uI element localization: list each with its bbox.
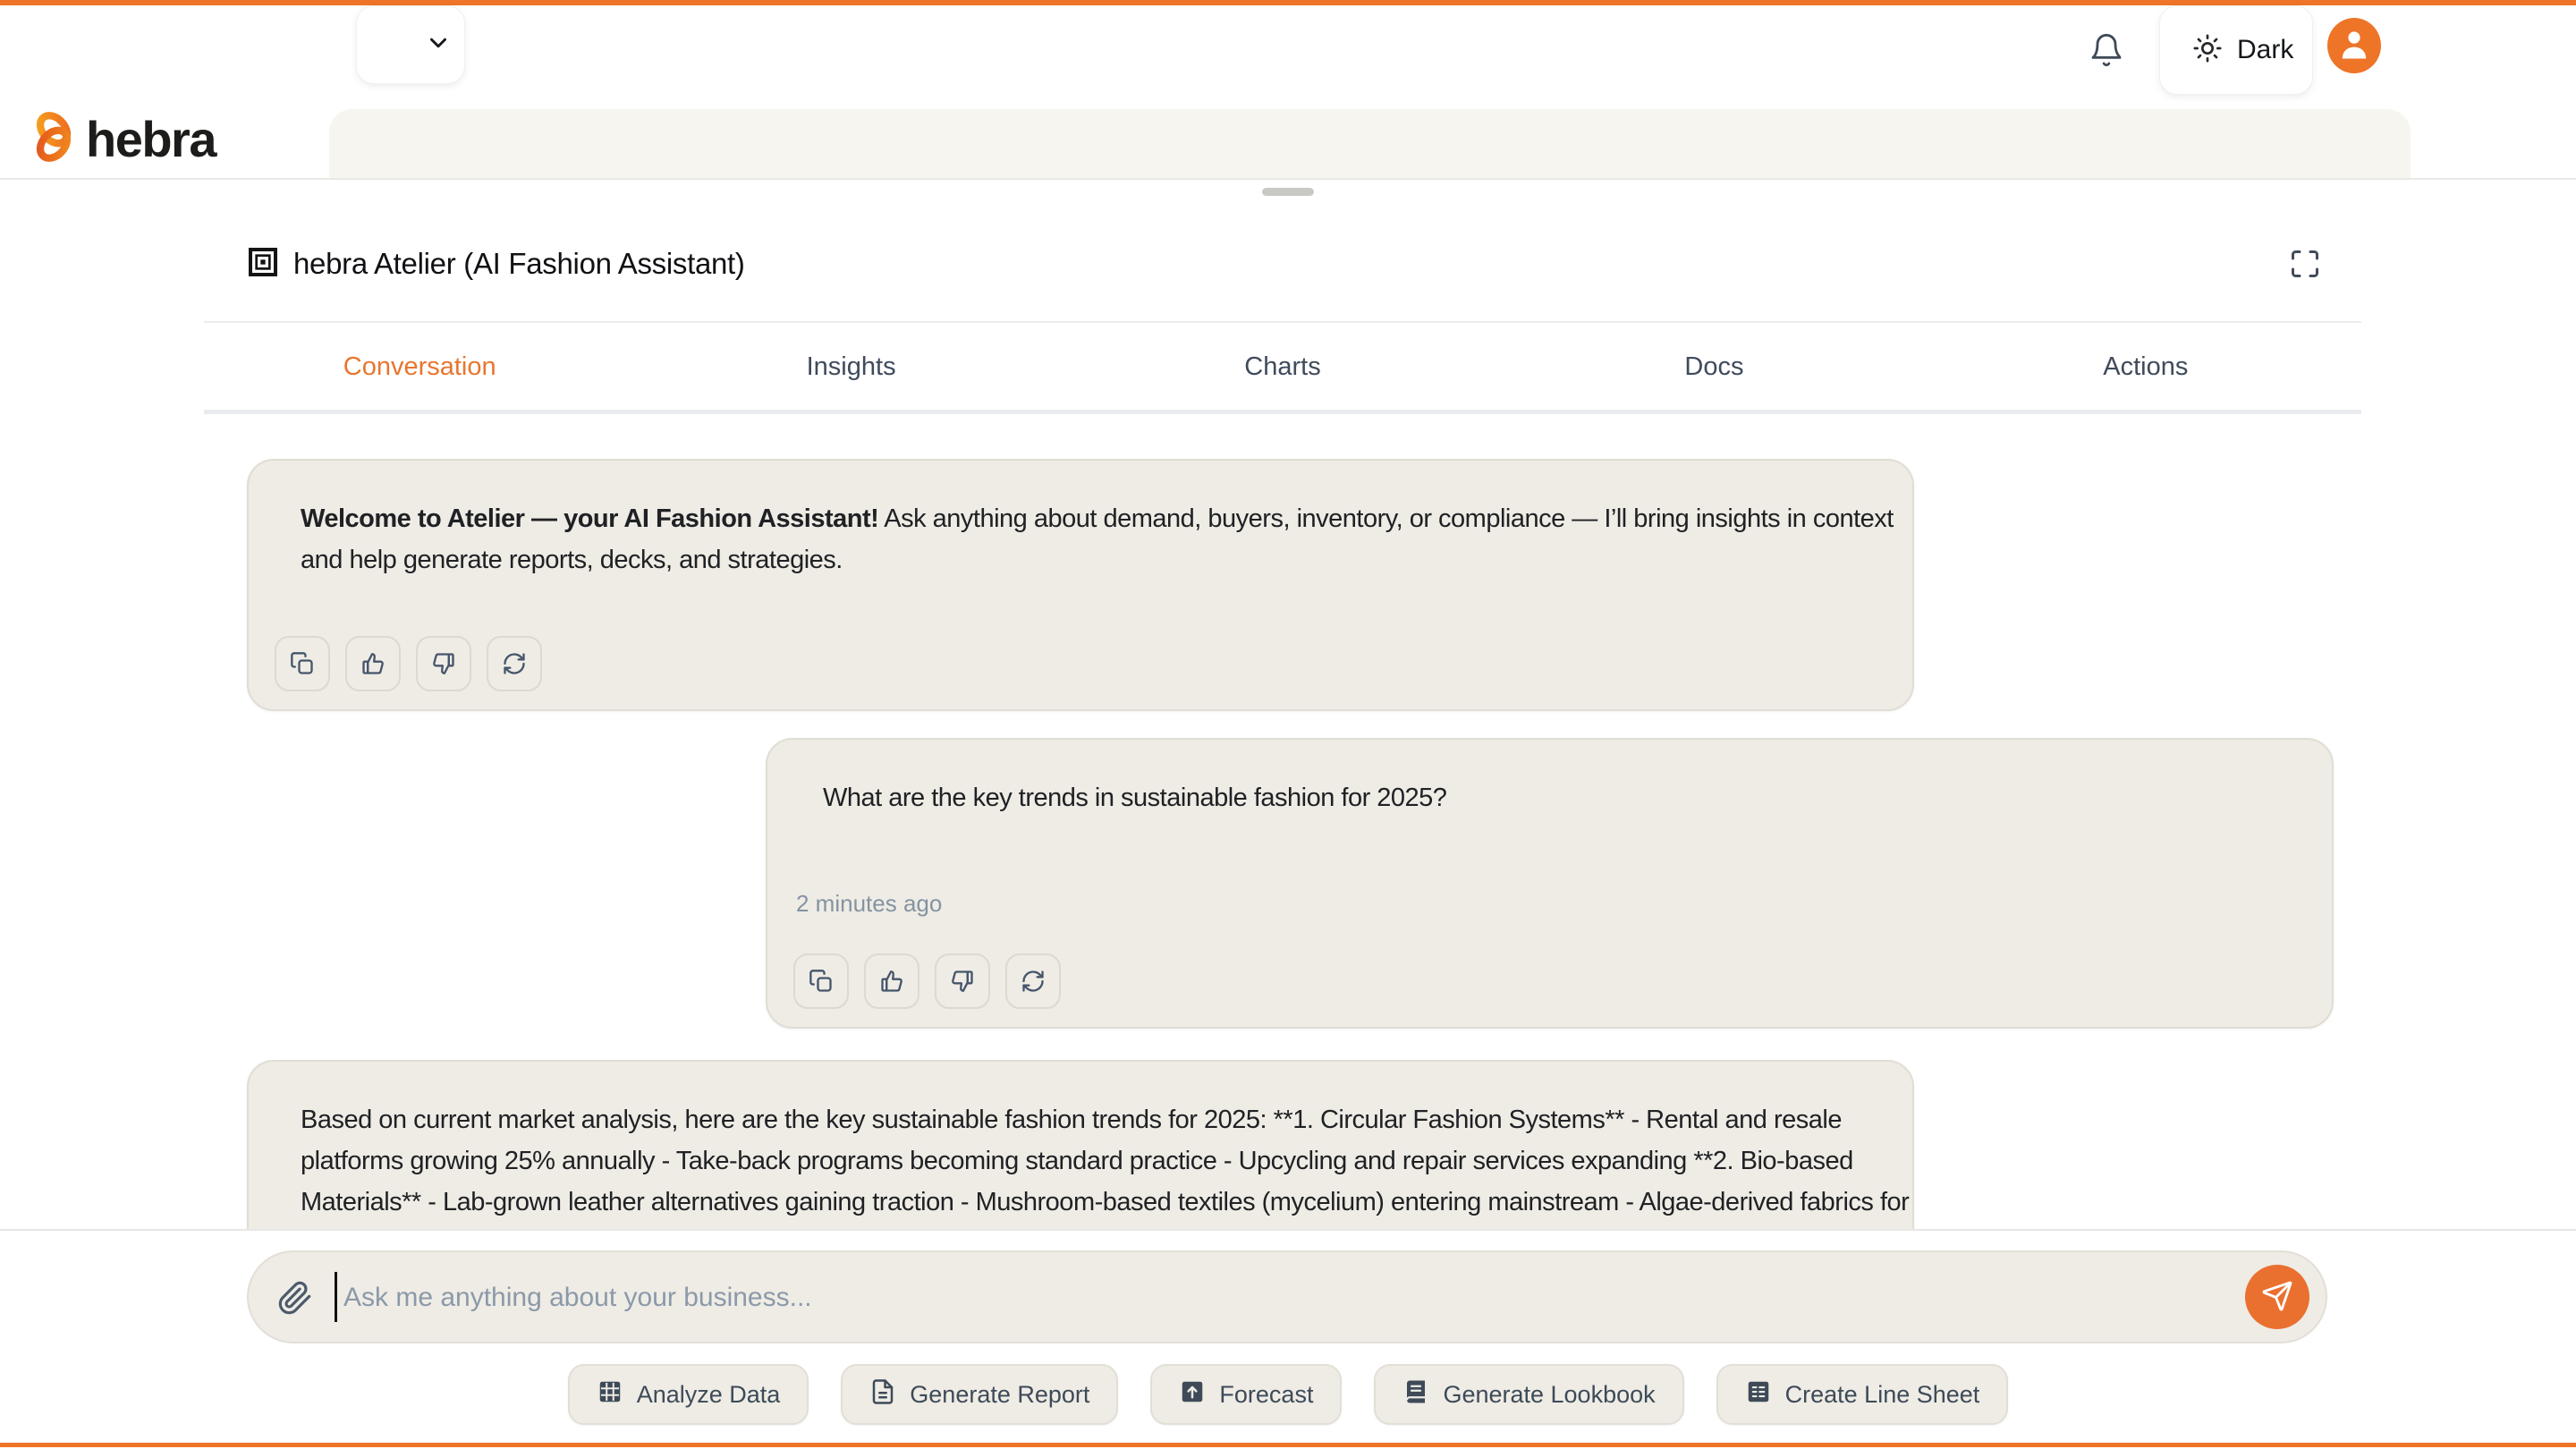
user-avatar-icon bbox=[2334, 24, 2374, 68]
quick-action-label: Analyze Data bbox=[637, 1381, 781, 1409]
composer-top-divider bbox=[0, 1229, 2576, 1231]
paperclip-icon bbox=[277, 1305, 313, 1318]
header-divider bbox=[204, 321, 2361, 323]
forecast-button[interactable]: Forecast bbox=[1150, 1364, 1342, 1425]
message-text: What are the key trends in sustainable f… bbox=[823, 777, 2254, 818]
bell-icon bbox=[2089, 32, 2124, 71]
bottom-accent-bar bbox=[0, 1443, 2576, 1447]
message-input[interactable] bbox=[342, 1267, 2206, 1329]
attach-button[interactable] bbox=[275, 1279, 315, 1318]
regenerate-button[interactable] bbox=[487, 636, 542, 691]
assistant-message-reply: Based on current market analysis, here a… bbox=[247, 1060, 1914, 1229]
tab-charts[interactable]: Charts bbox=[1067, 324, 1498, 410]
send-button[interactable] bbox=[2245, 1265, 2309, 1329]
brand-knot-icon bbox=[30, 109, 77, 169]
brand-logo-text: hebra bbox=[86, 110, 216, 168]
thumbs-up-icon bbox=[360, 651, 386, 676]
copy-icon bbox=[290, 651, 315, 676]
message-actions bbox=[275, 636, 542, 691]
sun-icon bbox=[2192, 33, 2223, 68]
generate-report-button[interactable]: Generate Report bbox=[841, 1364, 1118, 1425]
thumbs-up-button[interactable] bbox=[345, 636, 401, 691]
composer-bar bbox=[247, 1250, 2327, 1343]
copy-button[interactable] bbox=[793, 953, 849, 1009]
thumbs-down-button[interactable] bbox=[416, 636, 471, 691]
line-sheet-icon bbox=[1745, 1378, 1772, 1411]
theme-toggle-label: Dark bbox=[2237, 35, 2293, 65]
brand-logo: hebra bbox=[30, 109, 216, 169]
refresh-icon bbox=[1021, 969, 1046, 994]
trend-up-icon bbox=[1179, 1378, 1206, 1411]
conversation-scroll-area: Welcome to Atelier — your AI Fashion Ass… bbox=[0, 414, 2576, 1229]
theme-toggle[interactable]: Dark bbox=[2159, 5, 2313, 95]
maximize-button[interactable] bbox=[2286, 246, 2324, 284]
user-avatar[interactable] bbox=[2327, 18, 2381, 73]
maximize-icon bbox=[2289, 248, 2321, 283]
tab-conversation[interactable]: Conversation bbox=[204, 324, 635, 410]
message-text: Welcome to Atelier — your AI Fashion Ass… bbox=[301, 498, 1911, 580]
dialog-tabs: Conversation Insights Charts Docs Action… bbox=[204, 324, 2361, 414]
document-icon bbox=[869, 1378, 896, 1411]
thumbs-up-icon bbox=[879, 969, 904, 994]
message-timestamp: 2 minutes ago bbox=[796, 890, 942, 918]
table-grid-icon bbox=[597, 1378, 623, 1411]
workspace-selector[interactable] bbox=[356, 5, 465, 84]
dialog-header: hebra Atelier (AI Fashion Assistant) bbox=[249, 234, 2327, 293]
nested-squares-icon bbox=[249, 248, 277, 281]
message-text: Based on current market analysis, here a… bbox=[301, 1099, 1911, 1224]
send-icon bbox=[2261, 1280, 2293, 1315]
quick-action-label: Create Line Sheet bbox=[1785, 1381, 1980, 1409]
text-caret bbox=[335, 1272, 337, 1322]
book-icon bbox=[1402, 1378, 1429, 1411]
thumbs-down-icon bbox=[431, 651, 456, 676]
background-panel bbox=[329, 109, 2411, 179]
quick-action-label: Forecast bbox=[1219, 1381, 1313, 1409]
refresh-icon bbox=[502, 651, 527, 676]
quick-action-label: Generate Report bbox=[910, 1381, 1089, 1409]
tab-actions[interactable]: Actions bbox=[1930, 324, 2361, 410]
notifications-button[interactable] bbox=[2084, 29, 2129, 73]
assistant-message-welcome: Welcome to Atelier — your AI Fashion Ass… bbox=[247, 459, 1914, 711]
page-title: hebra Atelier (AI Fashion Assistant) bbox=[293, 247, 745, 281]
thumbs-down-button[interactable] bbox=[935, 953, 990, 1009]
user-message: What are the key trends in sustainable f… bbox=[766, 738, 2334, 1029]
copy-icon bbox=[809, 969, 834, 994]
regenerate-button[interactable] bbox=[1005, 953, 1061, 1009]
tab-insights[interactable]: Insights bbox=[635, 324, 1066, 410]
copy-button[interactable] bbox=[275, 636, 330, 691]
quick-action-label: Generate Lookbook bbox=[1443, 1381, 1655, 1409]
chevron-down-icon bbox=[425, 30, 452, 61]
quick-actions-row: Analyze Data Generate Report Forecast Ge… bbox=[0, 1364, 2576, 1425]
thumbs-up-button[interactable] bbox=[864, 953, 919, 1009]
tab-docs[interactable]: Docs bbox=[1498, 324, 1929, 410]
create-line-sheet-button[interactable]: Create Line Sheet bbox=[1716, 1364, 2009, 1425]
thumbs-down-icon bbox=[950, 969, 975, 994]
message-text-bold: Welcome to Atelier — your AI Fashion Ass… bbox=[301, 504, 878, 533]
analyze-data-button[interactable]: Analyze Data bbox=[568, 1364, 809, 1425]
sheet-top-divider bbox=[0, 178, 2576, 180]
message-actions bbox=[793, 953, 1061, 1009]
generate-lookbook-button[interactable]: Generate Lookbook bbox=[1374, 1364, 1683, 1425]
sheet-drag-handle[interactable] bbox=[1262, 188, 1314, 196]
